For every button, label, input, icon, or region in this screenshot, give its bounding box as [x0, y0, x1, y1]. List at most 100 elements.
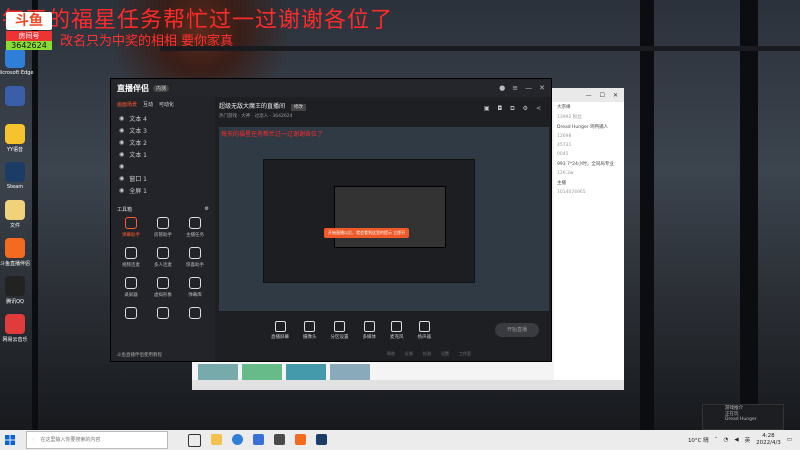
- desktop-icon[interactable]: [0, 86, 30, 124]
- toolbox-item[interactable]: [115, 307, 147, 333]
- toolbox-header: 工具箱 ⚙: [117, 206, 209, 213]
- toolbox-item[interactable]: 主播任务: [179, 217, 211, 243]
- share-icon[interactable]: ≺: [536, 105, 541, 113]
- tool-label: 视频连麦: [122, 263, 140, 268]
- start-stream-button[interactable]: 开始直播: [495, 323, 539, 337]
- source-item[interactable]: ◉: [111, 160, 215, 172]
- windows-start-icon[interactable]: [0, 430, 20, 450]
- thumbnail[interactable]: [330, 364, 370, 380]
- scene-tab[interactable]: 互动: [143, 101, 153, 108]
- eye-icon[interactable]: ◉: [119, 127, 124, 134]
- task-view-icon[interactable]: [188, 433, 201, 447]
- source-item[interactable]: ◉ 文本 1: [111, 148, 215, 160]
- eye-icon[interactable]: ◉: [119, 139, 124, 146]
- douyu-icon[interactable]: [295, 433, 306, 445]
- bottom-tool[interactable]: 扬声器: [418, 321, 431, 340]
- minimize-icon[interactable]: —: [525, 84, 532, 92]
- thumbnail[interactable]: [286, 364, 326, 380]
- toolbox-item[interactable]: [179, 307, 211, 333]
- eye-icon[interactable]: ◉: [119, 151, 124, 158]
- toolbox-item[interactable]: 弹幕助手: [115, 217, 147, 243]
- desktop-icon[interactable]: YY语音: [0, 124, 30, 162]
- taskbar-search[interactable]: ⌕: [26, 431, 168, 449]
- game-notification[interactable]: 游戏推介 正在玩 Dread Hunger: [702, 404, 784, 430]
- eye-icon[interactable]: ◉: [119, 163, 124, 170]
- thumbnail[interactable]: [242, 364, 282, 380]
- volume-icon[interactable]: ◀: [734, 437, 738, 443]
- edge-icon[interactable]: [232, 433, 243, 445]
- tutorial-hint[interactable]: 斗鱼直播伴侣使用教程: [117, 352, 162, 358]
- toolbox-item[interactable]: 虚拟形象: [147, 277, 179, 303]
- scene-tab[interactable]: 画面场景: [117, 101, 137, 108]
- steam-icon[interactable]: [316, 433, 327, 445]
- desktop-icon[interactable]: 腾讯QQ: [0, 276, 30, 314]
- source-item[interactable]: ◉ 文本 3: [111, 124, 215, 136]
- ime-indicator[interactable]: 英: [745, 436, 751, 444]
- toolbox-item[interactable]: 视频连麦: [115, 247, 147, 273]
- room-filter[interactable]: 过滤人: [255, 114, 269, 119]
- toolbox-item[interactable]: 弹幕库: [179, 277, 211, 303]
- scene-tab[interactable]: 可动化: [159, 101, 174, 108]
- tool-label: 惊喜助手: [186, 263, 204, 268]
- room-category[interactable]: 热门游戏 · 大神: [219, 114, 250, 119]
- app-icon[interactable]: [274, 433, 285, 445]
- desktop-icon[interactable]: 网易云音乐: [0, 314, 30, 352]
- copy-icon[interactable]: ⧉: [510, 105, 514, 113]
- desktop-icon[interactable]: 斗鱼直播伴侣: [0, 238, 30, 276]
- bottom-link[interactable]: 反馈: [405, 351, 413, 357]
- start-hint-banner: 开始直播以后，就会看到这里的提示 立即开: [324, 228, 410, 238]
- close-icon[interactable]: ✕: [613, 92, 618, 99]
- bottom-tool[interactable]: 直播屏幕: [271, 321, 289, 340]
- toolbox-item[interactable]: [147, 307, 179, 333]
- eye-icon[interactable]: ◉: [119, 115, 124, 122]
- toolbox-item[interactable]: 多人连麦: [147, 247, 179, 273]
- desktop-icon[interactable]: Steam: [0, 162, 30, 200]
- room-badge: 斗鱼 房间号 3642624: [6, 12, 52, 58]
- overlay-subtitle: 改名只为中奖的相相 要你家真: [60, 34, 234, 49]
- desktop-icon[interactable]: 文件: [0, 200, 30, 238]
- settings-icon[interactable]: ⚙: [205, 206, 209, 213]
- eye-icon[interactable]: ◉: [119, 175, 124, 182]
- lock-icon[interactable]: ◘: [498, 105, 503, 113]
- bottom-link[interactable]: 检测: [423, 351, 431, 357]
- toolbox-item[interactable]: 录屏器: [115, 277, 147, 303]
- toolbox-item[interactable]: 惊喜助手: [179, 247, 211, 273]
- tool-icon: [304, 321, 316, 332]
- file-explorer-icon[interactable]: [211, 433, 222, 445]
- bottom-link[interactable]: 帮助: [387, 351, 395, 357]
- network-icon[interactable]: ◔: [724, 437, 729, 443]
- avatar[interactable]: ●: [499, 84, 505, 92]
- bottom-tool[interactable]: 分区设置: [331, 321, 349, 340]
- search-input[interactable]: [38, 436, 153, 444]
- source-item[interactable]: ◉ 全屏 1: [111, 184, 215, 196]
- bottom-tool[interactable]: 摄像头: [303, 321, 317, 340]
- weather[interactable]: 10°C 晴: [688, 436, 709, 444]
- source-item[interactable]: ◉ 文本 4: [111, 112, 215, 124]
- streaming-app-window[interactable]: 直播伴侣 内测 ● ≡ — ✕ 画面场景 互动 可动化 ◉ 文本 4 ◉ 文本 3 ◉ 文本 …: [110, 78, 552, 362]
- search-icon: ⌕: [31, 436, 35, 443]
- close-icon[interactable]: ✕: [539, 84, 545, 92]
- menu-icon[interactable]: ≡: [512, 84, 518, 92]
- chevron-up-icon[interactable]: ˄: [715, 437, 718, 443]
- store-icon[interactable]: [253, 433, 264, 445]
- toolbox-item[interactable]: 房管助手: [147, 217, 179, 243]
- settings-icon[interactable]: ⚙: [523, 105, 528, 113]
- notification-icon[interactable]: ▭: [787, 437, 792, 443]
- minimize-icon[interactable]: —: [586, 92, 592, 99]
- bottom-tool[interactable]: 麦克风: [390, 321, 404, 340]
- clock[interactable]: 4:28 2022/4/3: [756, 433, 781, 447]
- eye-icon[interactable]: ◉: [119, 187, 124, 194]
- tool-icon: [125, 217, 137, 229]
- maximize-icon[interactable]: ☐: [600, 92, 605, 99]
- bottom-link[interactable]: 工作室: [459, 351, 471, 357]
- room-id: 3642624: [272, 114, 293, 119]
- thumbnail[interactable]: [198, 364, 238, 380]
- bottom-tool[interactable]: 多媒体: [363, 321, 376, 340]
- cart-icon[interactable]: ▣: [484, 105, 490, 113]
- edit-tag[interactable]: 修改: [290, 104, 306, 111]
- wallpaper-pillar-right: [640, 0, 654, 430]
- source-item[interactable]: ◉ 文本 2: [111, 136, 215, 148]
- source-item[interactable]: ◉ 窗口 1: [111, 172, 215, 184]
- desktop-icon-label: YY语音: [6, 147, 24, 153]
- bottom-link[interactable]: 设置: [441, 351, 449, 357]
